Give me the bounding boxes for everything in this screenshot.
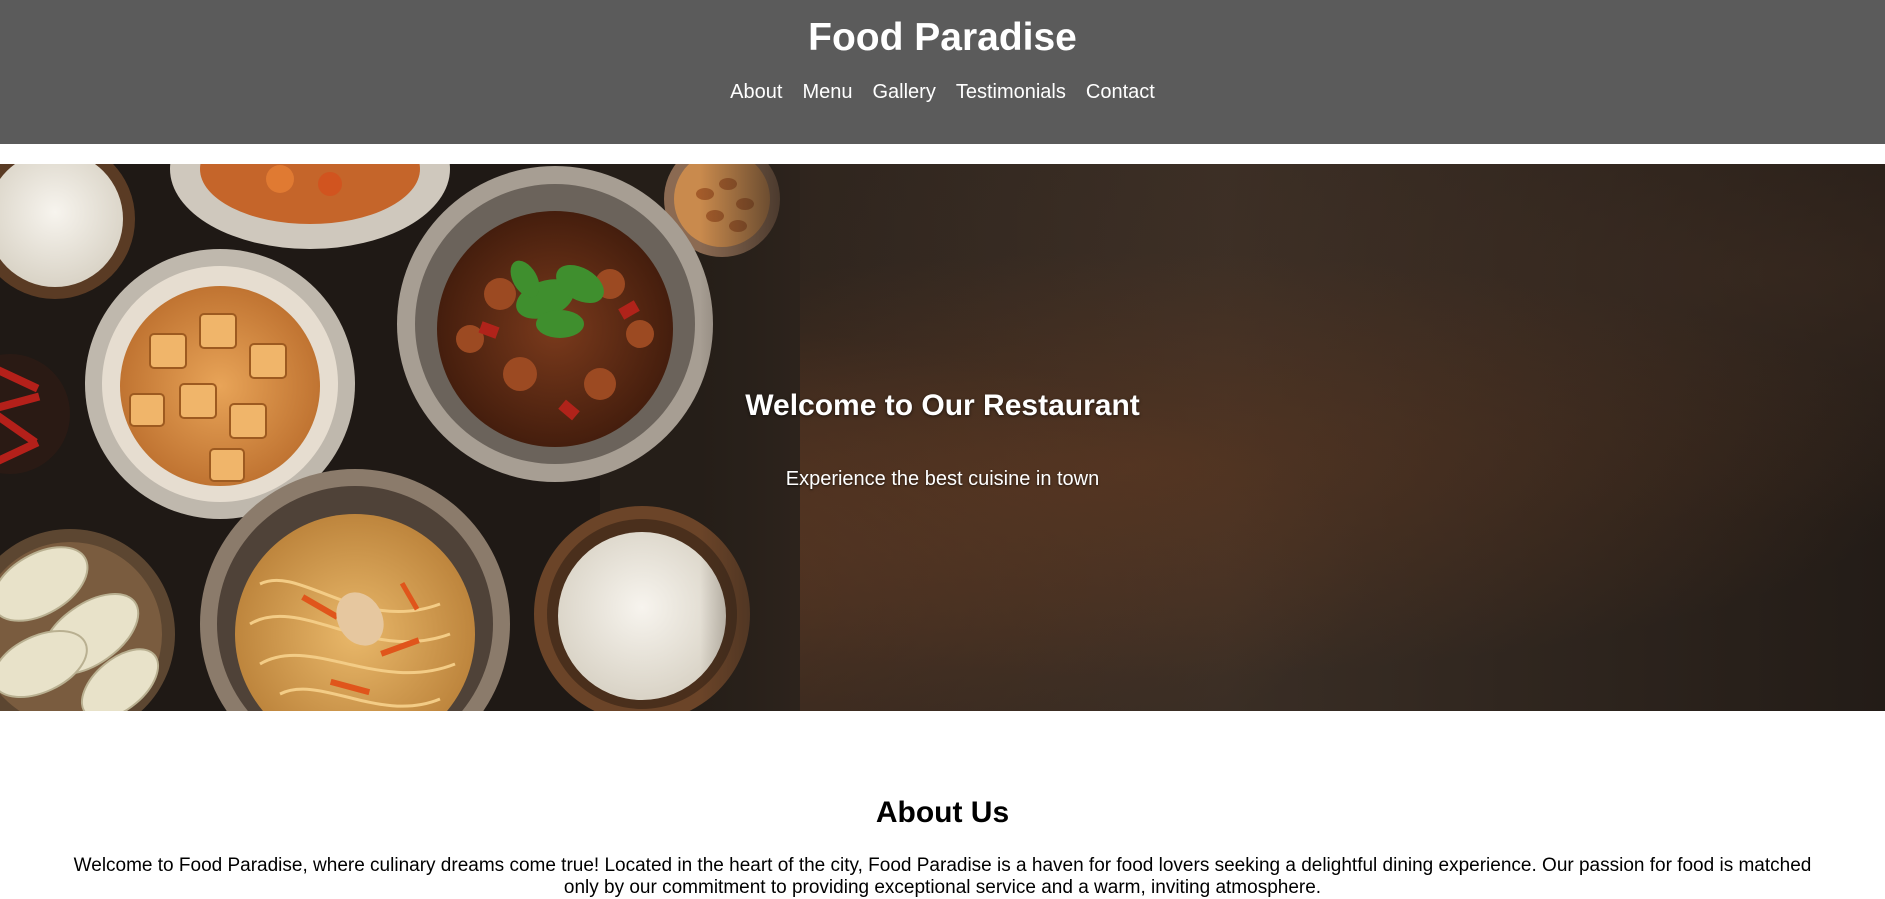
- hero-title: Welcome to Our Restaurant: [745, 389, 1140, 422]
- about-title: About Us: [875, 796, 1010, 829]
- site-title: Food Paradise: [808, 16, 1077, 59]
- nav-link-contact[interactable]: Contact: [1086, 79, 1155, 105]
- hero-banner: Welcome to Our Restaurant Experience the…: [0, 164, 1885, 711]
- hero-food-image: [0, 164, 800, 711]
- nav-link-about[interactable]: About: [730, 79, 782, 105]
- about-text: Welcome to Food Paradise, where culinary…: [73, 855, 1812, 898]
- nav-link-testimonials[interactable]: Testimonials: [956, 79, 1066, 105]
- hero-subtitle: Experience the best cuisine in town: [785, 468, 1100, 490]
- nav-link-menu[interactable]: Menu: [802, 79, 852, 105]
- main-nav: About Menu Gallery Testimonials Contact: [0, 79, 1885, 105]
- site-header: Food Paradise About Menu Gallery Testimo…: [0, 0, 1885, 144]
- nav-link-gallery[interactable]: Gallery: [872, 79, 935, 105]
